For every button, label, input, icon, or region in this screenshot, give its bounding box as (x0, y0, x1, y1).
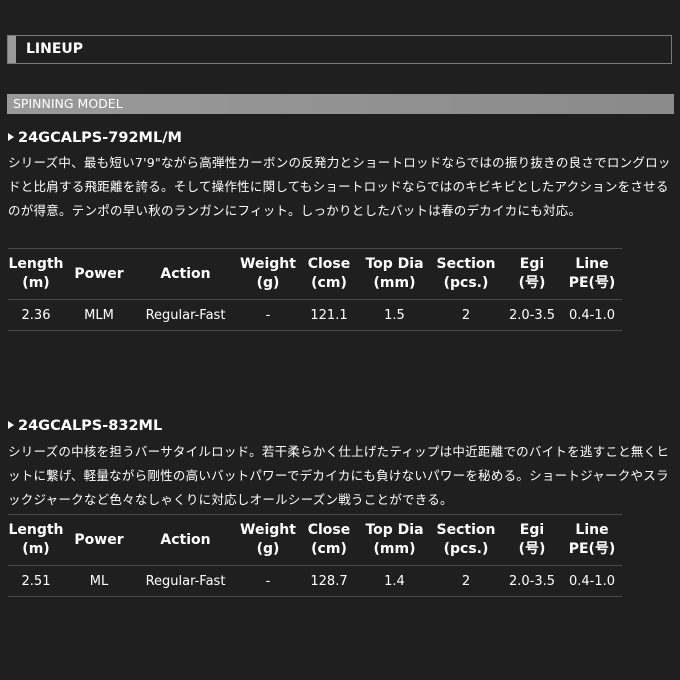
action-cell: Regular-Fast (134, 565, 237, 597)
egi-cell: 2.0-3.5 (502, 565, 562, 597)
col-egi-header: Egi (号) (502, 514, 562, 566)
spinning-model-title: SPINNING MODEL (13, 96, 123, 111)
col-close-header: Close (cm) (299, 514, 359, 566)
section-cell: 2 (430, 565, 502, 597)
col-length-header: Length (m) (8, 514, 64, 566)
close-cell: 128.7 (299, 565, 359, 597)
spec-header-row: Length (m) Power Action Weight (g) Close (c… (8, 248, 622, 300)
col-line-header: Line PE(号) (562, 514, 622, 566)
rod-name: 24GCALPS-792ML/M (18, 130, 182, 146)
egi-cell: 2.0-3.5 (502, 299, 562, 331)
topdia-cell: 1.4 (359, 565, 430, 597)
spec-row: 2.51 ML Regular-Fast - 128.7 1.4 2 2.0-3… (8, 565, 622, 597)
weight-cell: - (237, 565, 299, 597)
col-action-header: Action (134, 514, 237, 566)
lineup-header: LINEUP (7, 35, 672, 64)
power-cell: MLM (64, 299, 134, 331)
lineup-title: LINEUP (26, 41, 84, 57)
triangle-bullet-icon (8, 421, 14, 429)
line-cell: 0.4-1.0 (562, 299, 622, 331)
line-cell: 0.4-1.0 (562, 565, 622, 597)
col-topdia-header: Top Dia (mm) (359, 514, 430, 566)
spec-header-row: Length (m) Power Action Weight (g) Close (c… (8, 514, 622, 566)
col-topdia-header: Top Dia (mm) (359, 248, 430, 300)
rod-name: 24GCALPS-832ML (18, 418, 163, 434)
triangle-bullet-icon (8, 133, 14, 141)
topdia-cell: 1.5 (359, 299, 430, 331)
lineup-accent-bar (8, 36, 16, 63)
close-cell: 121.1 (299, 299, 359, 331)
spec-table: Length (m) Power Action Weight (g) Close (c… (8, 248, 622, 331)
col-length-header: Length (m) (8, 248, 64, 300)
col-weight-header: Weight (g) (237, 514, 299, 566)
spec-row: 2.36 MLM Regular-Fast - 121.1 1.5 2 2.0-… (8, 299, 622, 331)
col-line-header: Line PE(号) (562, 248, 622, 300)
rod-title: 24GCALPS-792ML/M (8, 128, 182, 148)
col-action-header: Action (134, 248, 237, 300)
col-close-header: Close (cm) (299, 248, 359, 300)
rod-description: シリーズ中、最も短い7'9"ながら高弾性カーボンの反発力とショートロッドならでは… (8, 155, 671, 218)
spinning-model-header: SPINNING MODEL (7, 94, 674, 114)
weight-cell: - (237, 299, 299, 331)
length-cell: 2.36 (8, 299, 64, 331)
col-power-header: Power (64, 248, 134, 300)
col-egi-header: Egi (号) (502, 248, 562, 300)
rod-description: シリーズの中核を担うバーサタイルロッド。若干柔らかく仕上げたティップは中近距離で… (8, 444, 670, 507)
section-cell: 2 (430, 299, 502, 331)
action-cell: Regular-Fast (134, 299, 237, 331)
spec-table: Length (m) Power Action Weight (g) Close (c… (8, 514, 622, 597)
col-weight-header: Weight (g) (237, 248, 299, 300)
col-power-header: Power (64, 514, 134, 566)
col-section-header: Section (pcs.) (430, 514, 502, 566)
col-section-header: Section (pcs.) (430, 248, 502, 300)
rod-title: 24GCALPS-832ML (8, 416, 162, 436)
length-cell: 2.51 (8, 565, 64, 597)
power-cell: ML (64, 565, 134, 597)
